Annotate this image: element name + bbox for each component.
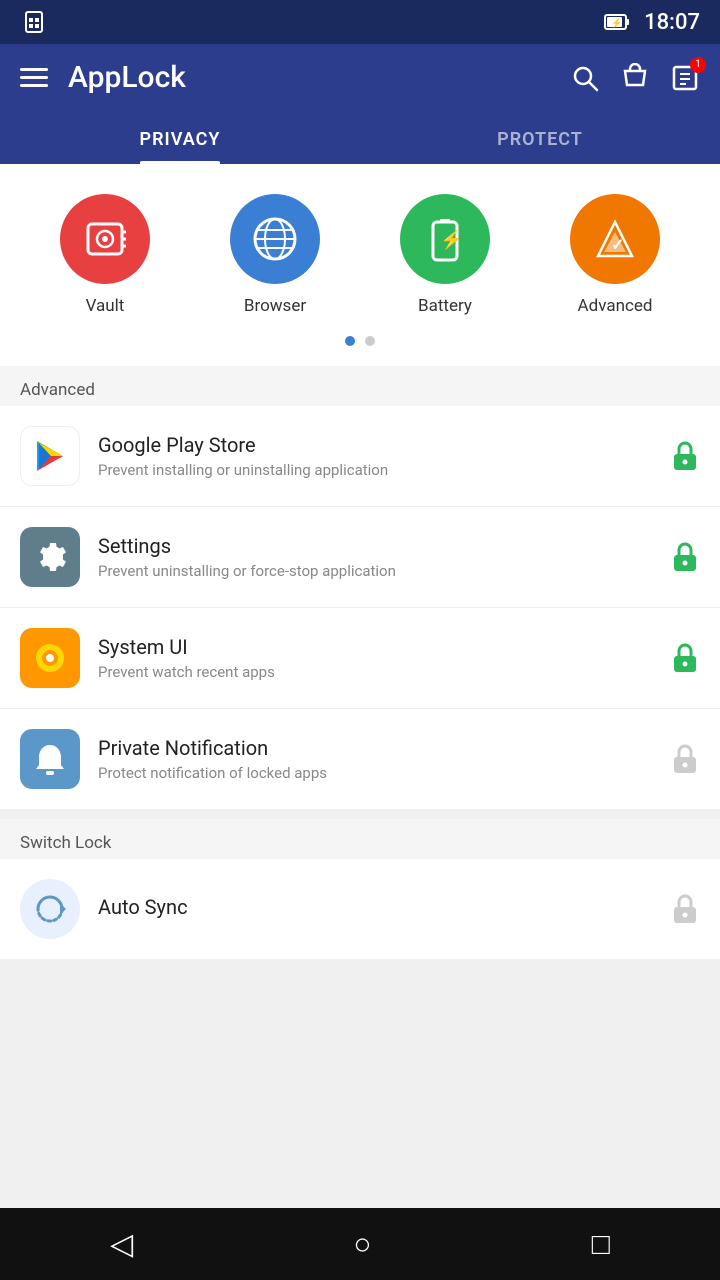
settings-text: Settings Prevent uninstalling or force-s…	[98, 534, 652, 580]
settings-desc: Prevent uninstalling or force-stop appli…	[98, 562, 652, 580]
store-button[interactable]	[620, 63, 650, 93]
browser-icon	[230, 194, 320, 284]
menu-line	[20, 84, 48, 87]
browser-label: Browser	[244, 296, 306, 316]
tab-protect[interactable]: PROTECT	[360, 111, 720, 164]
search-button[interactable]	[570, 63, 600, 93]
auto-sync-icon	[20, 879, 80, 939]
notification-button[interactable]: 1	[670, 63, 700, 93]
system-ui-lock[interactable]	[670, 642, 700, 674]
status-bar: ⚡ 18:07	[0, 0, 720, 44]
card-advanced[interactable]: ✓ Advanced	[570, 194, 660, 316]
auto-sync-title: Auto Sync	[98, 895, 652, 919]
notification-badge: 1	[690, 57, 706, 73]
svg-text:⚡: ⚡	[611, 17, 622, 29]
svg-text:✓: ✓	[611, 235, 624, 254]
app-title: AppLock	[68, 60, 550, 95]
google-play-lock[interactable]	[670, 440, 700, 472]
list-item-settings[interactable]: Settings Prevent uninstalling or force-s…	[0, 507, 720, 608]
svg-text:⚡: ⚡	[440, 229, 462, 251]
private-notif-desc: Protect notification of locked apps	[98, 764, 652, 782]
settings-title: Settings	[98, 534, 652, 558]
menu-button[interactable]	[20, 68, 48, 87]
card-battery[interactable]: ⚡ Battery	[400, 194, 490, 316]
vault-label: Vault	[86, 296, 125, 316]
card-browser[interactable]: Browser	[230, 194, 320, 316]
dot-1	[345, 336, 355, 346]
private-notif-lock[interactable]	[670, 743, 700, 775]
private-notif-text: Private Notification Protect notificatio…	[98, 736, 652, 782]
system-ui-title: System UI	[98, 635, 652, 659]
carousel-dots	[20, 336, 700, 346]
advanced-list: Google Play Store Prevent installing or …	[0, 406, 720, 809]
vault-icon	[60, 194, 150, 284]
recents-button[interactable]: □	[562, 1217, 640, 1272]
switch-lock-section-header: Switch Lock	[0, 819, 720, 859]
battery-label: Battery	[418, 296, 472, 316]
advanced-section-header: Advanced	[0, 366, 720, 406]
list-item-google-play[interactable]: Google Play Store Prevent installing or …	[0, 406, 720, 507]
tab-bar: PRIVACY PROTECT	[0, 111, 720, 164]
cards-row: Vault Browser ⚡	[20, 194, 700, 316]
advanced-icon: ✓	[570, 194, 660, 284]
battery-icon: ⚡	[604, 12, 630, 32]
google-play-text: Google Play Store Prevent installing or …	[98, 433, 652, 479]
battery-feature-icon: ⚡	[400, 194, 490, 284]
advanced-section-title: Advanced	[20, 380, 95, 400]
menu-line	[20, 76, 48, 79]
status-time: 18:07	[644, 10, 700, 35]
google-play-icon	[20, 426, 80, 486]
sim-icon	[20, 8, 48, 36]
switch-lock-title: Switch Lock	[20, 833, 111, 853]
auto-sync-lock[interactable]	[670, 893, 700, 925]
app-header: AppLock 1	[0, 44, 720, 111]
card-vault[interactable]: Vault	[60, 194, 150, 316]
dot-2	[365, 336, 375, 346]
system-ui-desc: Prevent watch recent apps	[98, 663, 652, 681]
notification-app-icon	[20, 729, 80, 789]
list-item-system-ui[interactable]: System UI Prevent watch recent apps	[0, 608, 720, 709]
back-button[interactable]: ◁	[80, 1217, 163, 1272]
private-notif-title: Private Notification	[98, 736, 652, 760]
settings-app-icon	[20, 527, 80, 587]
advanced-label: Advanced	[578, 296, 653, 316]
menu-line	[20, 68, 48, 71]
settings-lock[interactable]	[670, 541, 700, 573]
feature-cards: Vault Browser ⚡	[0, 164, 720, 366]
tab-privacy[interactable]: PRIVACY	[0, 111, 360, 164]
system-ui-icon	[20, 628, 80, 688]
list-item-auto-sync[interactable]: Auto Sync	[0, 859, 720, 959]
list-item-private-notif[interactable]: Private Notification Protect notificatio…	[0, 709, 720, 809]
google-play-desc: Prevent installing or uninstalling appli…	[98, 461, 652, 479]
home-button[interactable]: ○	[323, 1217, 401, 1272]
google-play-title: Google Play Store	[98, 433, 652, 457]
system-ui-text: System UI Prevent watch recent apps	[98, 635, 652, 681]
navigation-bar: ◁ ○ □	[0, 1208, 720, 1280]
auto-sync-text: Auto Sync	[98, 895, 652, 923]
header-icons: 1	[570, 63, 700, 93]
